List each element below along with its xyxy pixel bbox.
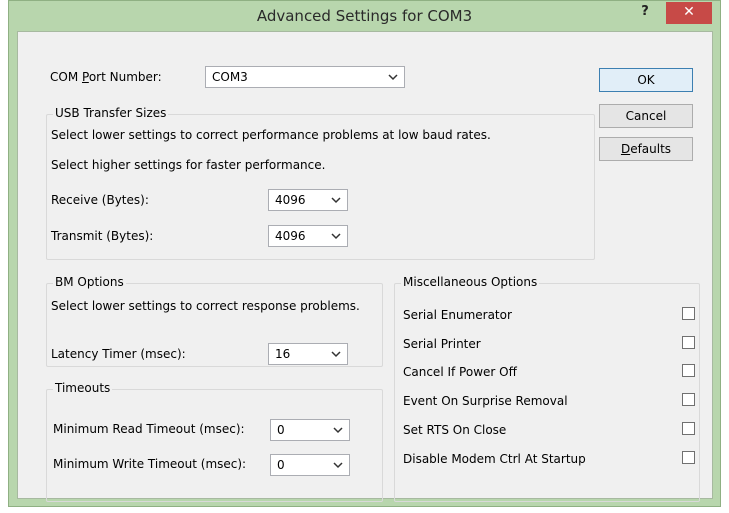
close-button[interactable]: ✕	[666, 2, 712, 24]
ok-button[interactable]: OK	[599, 68, 693, 92]
timeouts-group: Timeouts Minimum Read Timeout (msec): 0 …	[46, 381, 383, 502]
event-on-surprise-removal-checkbox[interactable]	[682, 393, 695, 406]
receive-select[interactable]: 4096	[268, 189, 348, 211]
title-bar[interactable]: Advanced Settings for COM3 ? ✕	[9, 1, 720, 35]
usb-transfer-title: USB Transfer Sizes	[53, 106, 169, 120]
write-timeout-select[interactable]: 0	[270, 454, 350, 476]
write-timeout-value: 0	[277, 458, 285, 472]
set-rts-on-close-checkbox[interactable]	[682, 422, 695, 435]
chevron-down-icon	[333, 427, 343, 434]
receive-value: 4096	[275, 193, 306, 207]
chevron-down-icon	[388, 74, 398, 81]
chevron-down-icon	[331, 351, 341, 358]
receive-label: Receive (Bytes):	[51, 193, 149, 207]
misc-item-label: Event On Surprise Removal	[403, 394, 568, 408]
misc-item-label: Cancel If Power Off	[403, 365, 517, 379]
timeouts-title: Timeouts	[53, 381, 113, 395]
chevron-down-icon	[333, 462, 343, 469]
bm-hint: Select lower settings to correct respons…	[51, 299, 360, 313]
transmit-label: Transmit (Bytes):	[51, 229, 154, 243]
usb-hint-high: Select higher settings for faster perfor…	[51, 158, 326, 172]
misc-options-group: Miscellaneous Options Serial Enumerator …	[394, 275, 700, 502]
usb-transfer-group: USB Transfer Sizes Select lower settings…	[46, 106, 595, 260]
write-timeout-label: Minimum Write Timeout (msec):	[53, 457, 247, 471]
com-port-value: COM3	[212, 70, 248, 84]
read-timeout-select[interactable]: 0	[270, 419, 350, 441]
read-timeout-value: 0	[277, 423, 285, 437]
misc-item-label: Serial Printer	[403, 337, 481, 351]
cancel-if-power-off-checkbox[interactable]	[682, 364, 695, 377]
disable-modem-ctrl-checkbox[interactable]	[682, 451, 695, 464]
chevron-down-icon	[331, 197, 341, 204]
latency-label: Latency Timer (msec):	[51, 347, 186, 361]
com-port-select[interactable]: COM3	[205, 66, 405, 88]
latency-value: 16	[275, 347, 291, 361]
com-port-label: COM Port Number:	[50, 70, 162, 84]
serial-printer-checkbox[interactable]	[682, 336, 695, 349]
transmit-select[interactable]: 4096	[268, 225, 348, 247]
latency-select[interactable]: 16	[268, 343, 348, 365]
bm-options-title: BM Options	[53, 275, 126, 289]
bm-options-group: BM Options Select lower settings to corr…	[46, 275, 383, 367]
misc-options-title: Miscellaneous Options	[401, 275, 540, 289]
dialog-window: Advanced Settings for COM3 ? ✕ COM Port …	[8, 0, 721, 507]
cancel-button[interactable]: Cancel	[599, 104, 693, 128]
read-timeout-label: Minimum Read Timeout (msec):	[53, 422, 245, 436]
defaults-button[interactable]: Defaults	[599, 137, 693, 161]
usb-hint-low: Select lower settings to correct perform…	[51, 128, 491, 142]
dialog-client-area: COM Port Number: COM3 USB Transfer Sizes…	[17, 31, 713, 502]
window-title: Advanced Settings for COM3	[256, 7, 473, 25]
misc-item-label: Serial Enumerator	[403, 308, 512, 322]
help-button[interactable]: ?	[632, 3, 658, 23]
serial-enumerator-checkbox[interactable]	[682, 307, 695, 320]
chevron-down-icon	[331, 233, 341, 240]
misc-item-label: Disable Modem Ctrl At Startup	[403, 452, 586, 466]
misc-item-label: Set RTS On Close	[403, 423, 507, 437]
transmit-value: 4096	[275, 229, 306, 243]
